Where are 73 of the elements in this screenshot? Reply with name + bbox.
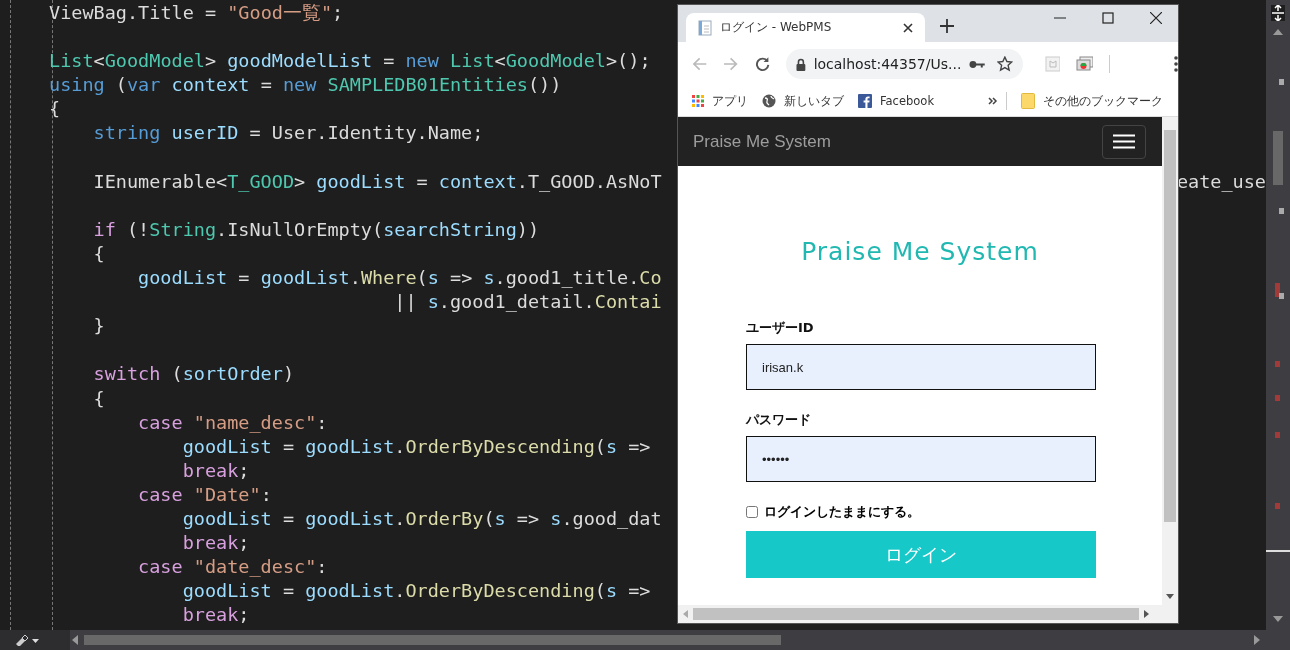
folder-icon	[1021, 93, 1036, 109]
brush-icon[interactable]	[14, 634, 40, 646]
horizontal-scrollbar[interactable]	[70, 630, 1290, 650]
scroll-up-icon[interactable]	[1273, 29, 1283, 35]
browser-tab[interactable]: ログイン - WebPMS	[686, 13, 925, 42]
facebook-icon	[858, 94, 872, 108]
chevrons-icon[interactable]	[988, 97, 999, 105]
split-icon[interactable]	[1271, 5, 1285, 21]
scroll-right-icon[interactable]	[1144, 610, 1149, 618]
close-tab-icon[interactable]	[903, 22, 913, 33]
checkbox[interactable]	[746, 506, 758, 518]
maximize-icon[interactable]	[1102, 12, 1114, 24]
code-line: {	[93, 242, 105, 264]
reload-icon[interactable]	[754, 56, 770, 72]
scroll-right-icon[interactable]	[1254, 635, 1260, 645]
bookmark[interactable]: アプリ	[692, 93, 748, 109]
scroll-left-icon[interactable]	[683, 610, 688, 618]
scroll-thumb[interactable]	[1273, 131, 1283, 185]
menu-icon	[1113, 134, 1135, 149]
key-icon[interactable]	[969, 59, 986, 69]
scroll-down-icon[interactable]	[1166, 594, 1174, 599]
code-line: using (var context = new SAMPLEDB01Entities())	[49, 74, 562, 96]
code-line: break;	[182, 604, 250, 626]
globe-icon	[762, 94, 776, 108]
code-line: case "name_desc":	[138, 411, 328, 433]
code-line: switch (sortOrder)	[93, 363, 295, 385]
page-horizontal-scrollbar[interactable]	[678, 605, 1178, 623]
bookmark[interactable]: 新しいタブ	[762, 93, 844, 109]
code-line: List<GoodModel> goodModelList = new List<GoodModel>();	[49, 50, 651, 72]
scroll-down-icon[interactable]	[1273, 616, 1283, 622]
page-heading: Praise Me System	[801, 237, 1039, 267]
address-bar[interactable]: localhost:44357/Us...	[785, 49, 1023, 79]
code-line: break;	[182, 459, 250, 481]
input-field[interactable]: irisan.k	[746, 344, 1096, 390]
scroll-thumb[interactable]	[693, 608, 1139, 620]
extension-icon[interactable]	[1076, 56, 1094, 72]
code-line: goodList = goodList.Where(s => s.good1_title.Co	[138, 267, 662, 289]
site-brand[interactable]: Praise Me System	[693, 131, 831, 152]
vertical-scrollbar[interactable]	[1266, 0, 1290, 630]
code-line: case "date_desc":	[138, 556, 328, 578]
code-line: }	[93, 315, 105, 337]
code-line: goodList = goodList.OrderBy(s => s.good_dat	[182, 507, 662, 529]
field-label: パスワード	[746, 411, 812, 429]
scroll-thumb[interactable]	[84, 635, 781, 645]
code-line: || s.good1_detail.Contai	[394, 291, 662, 313]
input-field[interactable]: ••••••	[746, 436, 1096, 482]
bookmark-folder[interactable]: その他のブックマーク	[1021, 93, 1164, 109]
code-line: IEnumerable<T_GOOD> goodList = context.T_GOOD.AsNoT	[93, 170, 662, 192]
menu-button[interactable]	[1102, 124, 1146, 159]
code-line: {	[49, 98, 61, 120]
field-label: ユーザーID	[746, 319, 815, 337]
bookmark[interactable]: Facebook	[858, 94, 935, 108]
code-line: {	[93, 387, 105, 409]
code-line: string userID = User.Identity.Name;	[93, 122, 484, 144]
page-icon	[698, 19, 712, 36]
code-line: if (!String.IsNullOrEmpty(searchString))	[93, 218, 540, 240]
code-line: goodList = goodList.OrderByDescending(s =>	[182, 435, 651, 457]
scroll-thumb[interactable]	[1164, 130, 1176, 522]
code-line: ViewBag.Title = "Good一覧";	[49, 2, 344, 23]
new-tab-icon[interactable]	[940, 19, 954, 33]
page-scrollbar[interactable]	[1162, 117, 1178, 605]
code-line: goodList = goodList.OrderByDescending(s =>	[182, 580, 651, 602]
checkbox-label[interactable]: ログインしたままにする。	[764, 503, 920, 521]
apps-grid-icon	[692, 95, 704, 107]
caret-marker	[1266, 550, 1290, 552]
code-line: break;	[182, 532, 250, 554]
lock-icon	[795, 57, 806, 71]
code-fragment: eate_use	[1176, 169, 1266, 194]
star-icon[interactable]	[997, 56, 1013, 72]
scroll-left-icon[interactable]	[72, 635, 78, 645]
close-icon[interactable]	[1150, 12, 1162, 24]
code-line: case "Date":	[138, 483, 272, 505]
menu-icon[interactable]	[1174, 56, 1178, 72]
